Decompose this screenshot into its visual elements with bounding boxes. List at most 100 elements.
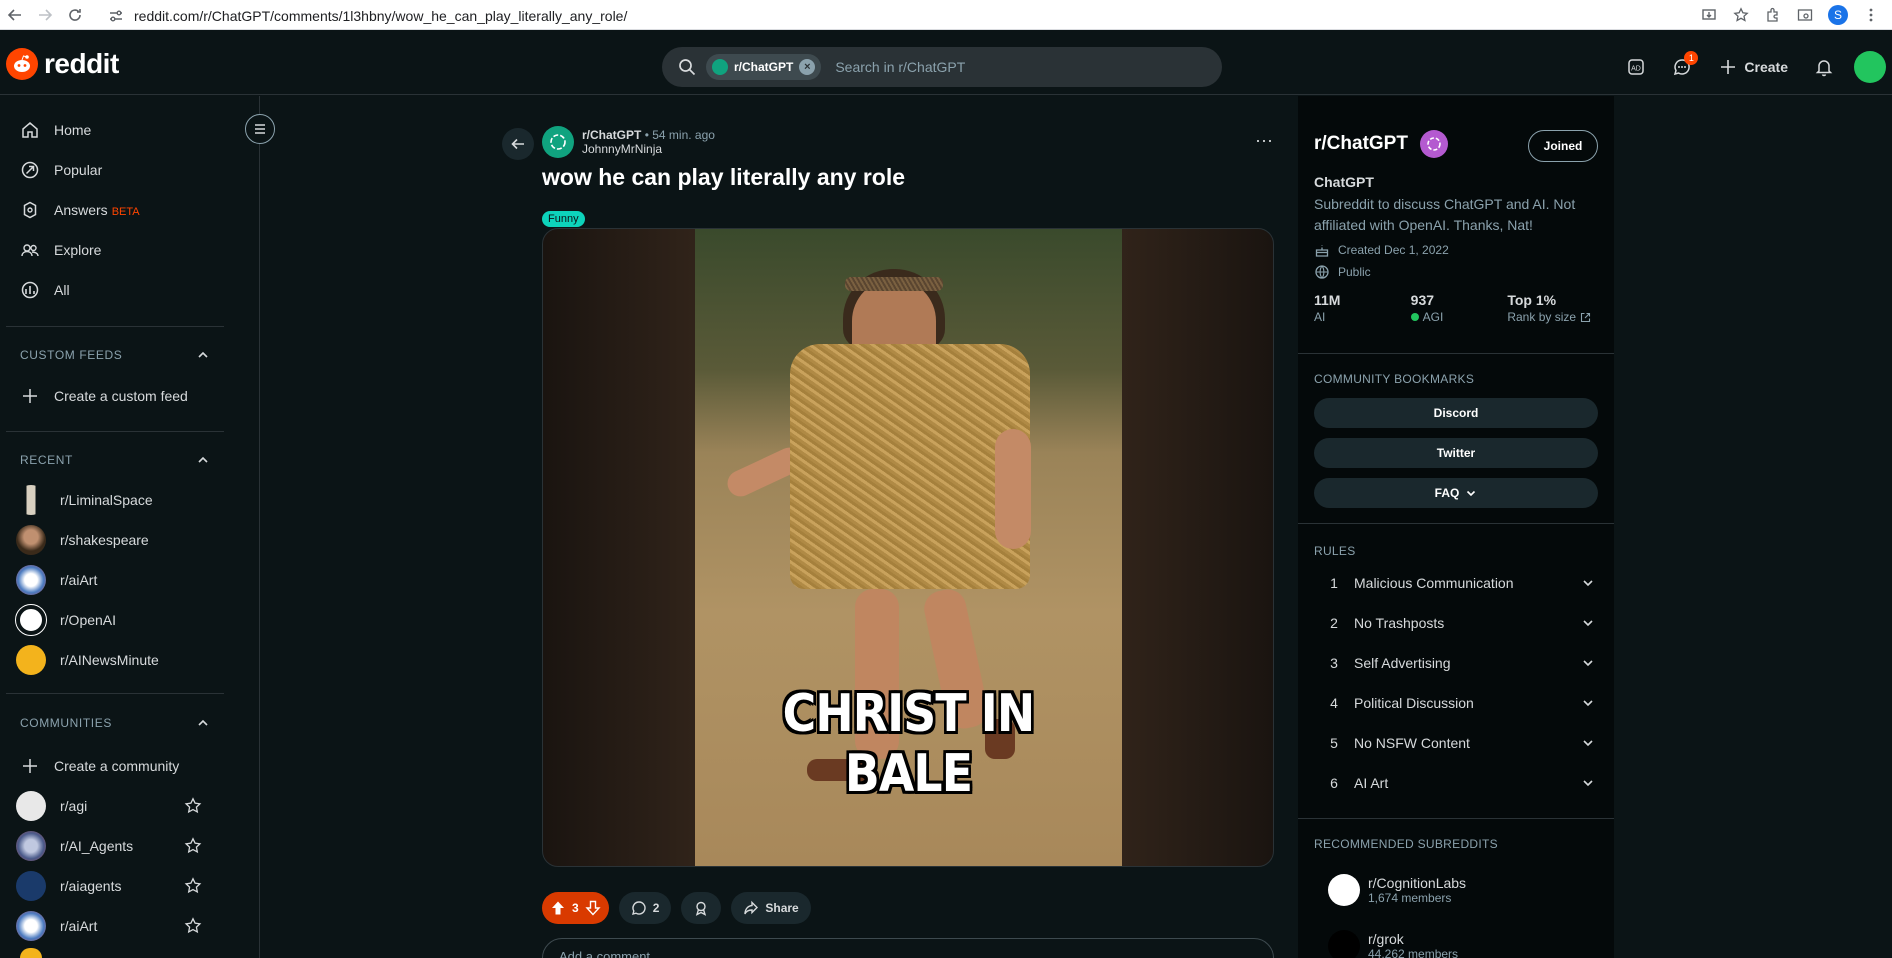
sidebar-item-home[interactable]: Home bbox=[20, 110, 225, 150]
rule-item[interactable]: 5 No NSFW Content bbox=[1314, 723, 1598, 763]
collapse-sidebar-button[interactable] bbox=[245, 114, 275, 144]
favorite-star-icon[interactable] bbox=[184, 797, 202, 815]
create-post-button[interactable]: Create bbox=[1712, 57, 1794, 77]
clear-scope-icon[interactable]: × bbox=[799, 59, 816, 75]
openai-logo-icon bbox=[1419, 130, 1448, 158]
recent-item[interactable]: r/AINewsMinute bbox=[16, 640, 225, 680]
bookmark-star-icon[interactable] bbox=[1732, 6, 1750, 24]
community-item-label: r/AI_Agents bbox=[60, 838, 134, 854]
recent-section-toggle[interactable]: RECENT bbox=[20, 453, 210, 467]
user-avatar[interactable] bbox=[1854, 51, 1886, 83]
communities-section-toggle[interactable]: COMMUNITIES bbox=[20, 716, 210, 730]
sidebar-item-explore[interactable]: Explore bbox=[20, 230, 225, 270]
community-title[interactable]: r/ChatGPT bbox=[1314, 133, 1408, 155]
reddit-logo[interactable]: reddit bbox=[6, 48, 119, 80]
sidebar-item-label: Popular bbox=[54, 162, 103, 178]
rule-item[interactable]: 3 Self Advertising bbox=[1314, 643, 1598, 683]
logo-wordmark: reddit bbox=[44, 48, 119, 79]
recent-item[interactable]: r/aiArt bbox=[16, 560, 225, 600]
award-button[interactable] bbox=[681, 892, 722, 924]
joined-button[interactable]: Joined bbox=[1528, 130, 1598, 162]
recent-item[interactable]: r/OpenAI bbox=[15, 600, 225, 640]
recommended-subreddit[interactable]: r/CognitionLabs 1,674 members bbox=[1328, 874, 1466, 906]
back-arrow-icon[interactable] bbox=[0, 0, 30, 30]
search-bar[interactable]: r/ChatGPT × Search in r/ChatGPT bbox=[662, 47, 1222, 87]
browser-menu-icon[interactable] bbox=[1862, 6, 1880, 24]
bookmark-faq-button[interactable]: FAQ bbox=[1314, 478, 1598, 508]
bookmark-discord-button[interactable]: Discord bbox=[1314, 398, 1598, 428]
upvote-icon[interactable] bbox=[550, 900, 566, 916]
bookmark-label: Discord bbox=[1433, 406, 1479, 420]
chevron-down-icon bbox=[1467, 490, 1476, 497]
recent-item-label: r/OpenAI bbox=[60, 612, 117, 628]
reload-icon[interactable] bbox=[60, 0, 90, 30]
address-bar[interactable]: reddit.com/r/ChatGPT/comments/1l3hbny/wo… bbox=[108, 4, 1668, 28]
rule-item[interactable]: 4 Political Discussion bbox=[1314, 683, 1598, 723]
advertise-icon[interactable]: AD bbox=[1620, 51, 1652, 83]
chevron-down-icon bbox=[1583, 700, 1593, 707]
community-name: ChatGPT bbox=[1314, 174, 1374, 190]
aiart-avatar bbox=[16, 565, 46, 595]
post-title: wow he can play literally any role bbox=[542, 164, 906, 190]
share-button[interactable]: Share bbox=[731, 892, 811, 924]
sidebar-item-all[interactable]: All bbox=[20, 270, 225, 310]
site-settings-icon[interactable] bbox=[108, 8, 124, 24]
sidebar-item-answers[interactable]: Answers BETA bbox=[20, 190, 225, 230]
more-options-icon[interactable]: ··· bbox=[1252, 131, 1276, 156]
chat-badge: 1 bbox=[1684, 51, 1699, 65]
rule-item[interactable]: 6 AI Art bbox=[1314, 763, 1598, 803]
favorite-star-icon[interactable] bbox=[184, 837, 202, 855]
visibility-label: Public bbox=[1338, 265, 1371, 279]
recent-item[interactable]: r/shakespeare bbox=[16, 520, 225, 560]
plus-icon bbox=[20, 386, 40, 406]
openai-avatar bbox=[15, 604, 47, 636]
recent-item[interactable]: r/LiminalSpace bbox=[16, 480, 225, 520]
post-subreddit-link[interactable]: r/ChatGPT bbox=[582, 128, 641, 142]
post-flair[interactable]: Funny bbox=[542, 211, 585, 227]
search-scope-chip[interactable]: r/ChatGPT × bbox=[706, 54, 822, 80]
back-button[interactable] bbox=[502, 128, 534, 160]
bookmark-twitter-button[interactable]: Twitter bbox=[1314, 438, 1598, 468]
create-community-button[interactable]: Create a community bbox=[20, 746, 225, 786]
search-input[interactable]: Search in r/ChatGPT bbox=[835, 59, 965, 75]
menu-icon bbox=[255, 124, 265, 134]
favorite-star-icon[interactable] bbox=[184, 917, 202, 935]
stat-value: Top 1% bbox=[1507, 292, 1557, 308]
extensions-icon[interactable] bbox=[1764, 6, 1782, 24]
post-actions: 3 2 Share bbox=[542, 892, 811, 924]
comments-button[interactable]: 2 bbox=[618, 892, 672, 924]
post-image[interactable]: CHRIST IN BALE bbox=[542, 228, 1274, 867]
stat-label: Rank by size bbox=[1507, 310, 1577, 324]
figure-arm bbox=[995, 429, 1031, 549]
browser-profile-avatar[interactable]: S bbox=[1828, 5, 1848, 25]
arrow-left-icon bbox=[511, 138, 524, 150]
install-app-icon[interactable] bbox=[1700, 6, 1718, 24]
post-meta: r/ChatGPT • 54 min. ago JohnnyMrNinja bbox=[542, 126, 715, 158]
notifications-bell-icon[interactable] bbox=[1808, 51, 1840, 83]
bookmarks-heading: COMMUNITY BOOKMARKS bbox=[1314, 372, 1475, 386]
rule-text: Self Advertising bbox=[1354, 655, 1451, 671]
stat-label: AGI bbox=[1422, 310, 1444, 324]
rule-number: 1 bbox=[1330, 575, 1338, 591]
bookmark-label: Twitter bbox=[1436, 446, 1476, 460]
rule-number: 5 bbox=[1330, 735, 1338, 751]
external-link-icon bbox=[1580, 312, 1591, 322]
post-author-link[interactable]: JohnnyMrNinja bbox=[582, 142, 715, 156]
favorite-star-icon[interactable] bbox=[184, 877, 202, 895]
rule-item[interactable]: 1 Malicious Communication bbox=[1314, 563, 1598, 603]
rank-stat[interactable]: Top 1% Rank by size bbox=[1507, 292, 1604, 324]
chat-icon[interactable]: 1 bbox=[1666, 51, 1699, 83]
chatgpt-community-icon[interactable] bbox=[542, 126, 574, 158]
custom-feeds-heading: CUSTOM FEEDS bbox=[20, 348, 123, 362]
sidebar-divider bbox=[1298, 353, 1614, 354]
rule-item[interactable]: 2 No Trashposts bbox=[1314, 603, 1598, 643]
custom-feeds-section-toggle[interactable]: CUSTOM FEEDS bbox=[20, 348, 210, 362]
create-custom-feed-button[interactable]: Create a custom feed bbox=[20, 376, 225, 416]
comment-icon bbox=[631, 901, 646, 915]
forward-arrow-icon[interactable] bbox=[30, 0, 60, 30]
sidebar-item-popular[interactable]: Popular bbox=[20, 150, 225, 190]
comment-input[interactable]: Add a comment bbox=[542, 938, 1274, 958]
downvote-icon[interactable] bbox=[585, 900, 601, 916]
recommended-subreddit[interactable]: r/grok 44,262 members bbox=[1328, 930, 1458, 958]
tab-search-icon[interactable] bbox=[1796, 6, 1814, 24]
